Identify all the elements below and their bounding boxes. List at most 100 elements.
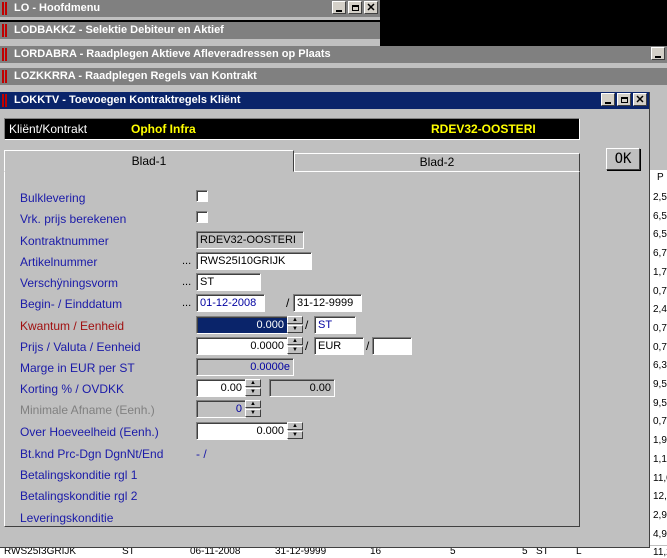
grid-cell: 9,5: [653, 397, 667, 409]
korting-spinner[interactable]: ▲ ▼: [245, 379, 261, 397]
grid-cell: 4,9: [653, 528, 667, 540]
tab-label: Blad-1: [131, 154, 167, 168]
spin-up-icon: ▲: [245, 400, 261, 408]
spin-down-icon: ▼: [245, 409, 261, 417]
titlebar-debiteur[interactable]: LODBAKKZ - Selektie Debiteur en Aktief: [0, 22, 380, 39]
tab-blad-2[interactable]: Blad-2: [294, 153, 580, 172]
min-afname-label: Minimale Afname (Eenh.): [20, 403, 155, 417]
leveringskonditie-label: Leveringskonditie: [20, 511, 114, 525]
bulklevering-checkbox[interactable]: [196, 190, 208, 202]
kwantum-input[interactable]: 0.000: [196, 316, 288, 334]
grid-cell: 1,1: [653, 453, 667, 465]
ok-button[interactable]: OK: [606, 148, 640, 170]
verschijningsvorm-input[interactable]: ST: [196, 273, 261, 291]
over-hoeveelheid-spinner[interactable]: ▲ ▼: [287, 422, 303, 440]
btknd-label: Bt.knd Prc-Dgn DgnNt/End: [20, 447, 164, 461]
tab-blad-1[interactable]: Blad-1: [4, 150, 294, 172]
prijs-input[interactable]: 0.0000: [196, 337, 288, 355]
maximize-icon[interactable]: [617, 93, 631, 106]
menu-grip-icon[interactable]: [2, 70, 8, 83]
lookup-ellipsis[interactable]: ...: [182, 276, 191, 288]
min-afname-field: 0: [196, 400, 246, 418]
valuta-separator: /: [305, 339, 309, 353]
grid-cell: 2,5: [653, 192, 667, 203]
grid-cell: 0,7: [653, 416, 667, 428]
grid-cell: 1,9: [653, 435, 667, 447]
unit-separator: /: [305, 318, 309, 332]
btknd-value: - /: [196, 447, 207, 461]
menu-grip-icon[interactable]: [2, 94, 8, 107]
grid-cell: 11,2: [653, 547, 667, 558]
grid-cell: 9,5: [653, 379, 667, 390]
window-title: LOKKTV - Toevoegen Kontraktregels Kliënt: [14, 94, 241, 106]
bulklevering-label: Bulklevering: [20, 191, 86, 205]
spin-down-icon[interactable]: ▼: [287, 325, 303, 333]
spin-down-icon[interactable]: ▼: [245, 388, 261, 396]
spin-up-icon[interactable]: ▲: [287, 316, 303, 324]
grid-cell: 0,7: [653, 322, 667, 334]
betalingskonditie-1-label: Betalingskonditie rgl 1: [20, 468, 138, 482]
lookup-ellipsis[interactable]: ...: [182, 255, 191, 267]
kwantum-spinner[interactable]: ▲ ▼: [287, 316, 303, 334]
tab-label: Blad-2: [419, 155, 455, 169]
grid-cell: 6,5: [653, 229, 667, 241]
titlebar-hoofdmenu[interactable]: LO - Hoofdmenu ✕: [0, 0, 380, 17]
min-afname-spinner: ▲ ▼: [245, 400, 261, 418]
grid-cell: 0,7: [653, 341, 667, 353]
prijs-spinner[interactable]: ▲ ▼: [287, 337, 303, 355]
over-hoeveelheid-label: Over Hoeveelheid (Eenh.): [20, 425, 159, 439]
lookup-ellipsis[interactable]: ...: [182, 297, 191, 309]
close-icon[interactable]: ✕: [633, 93, 647, 106]
spin-down-icon[interactable]: ▼: [287, 431, 303, 439]
artikelnummer-label: Artikelnummer: [20, 255, 98, 269]
titlebar-afleveradressen[interactable]: LORDABRA - Raadplegen Aktieve Afleveradr…: [0, 46, 667, 63]
vrk-prijs-checkbox[interactable]: [196, 211, 208, 223]
client-name: Ophof Infra: [131, 122, 196, 136]
marge-field: 0.0000e: [196, 358, 294, 376]
grid-cell: 11,0: [653, 472, 667, 484]
menu-grip-icon[interactable]: [2, 2, 8, 15]
grid-cell: 2,4: [653, 304, 667, 316]
korting-pct-input[interactable]: 0.00: [196, 379, 246, 397]
kontraktnummer-label: Kontraktnummer: [20, 234, 109, 248]
eenheid-separator: /: [366, 339, 370, 353]
background-grid: [650, 170, 667, 545]
window-afleveradressen: LORDABRA - Raadplegen Aktieve Afleveradr…: [0, 46, 667, 70]
minimize-icon[interactable]: [332, 1, 346, 14]
window-title: LOZKKRRA - Raadplegen Regels van Kontrak…: [14, 70, 257, 82]
grid-cell: 6,5: [653, 210, 667, 222]
titlebar-regels-kontrakt[interactable]: LOZKKRRA - Raadplegen Regels van Kontrak…: [0, 68, 667, 85]
valuta-input[interactable]: EUR: [314, 337, 364, 355]
einddatum-input[interactable]: 31-12-9999: [293, 294, 362, 312]
artikelnummer-input[interactable]: RWS25I10GRIJK: [196, 252, 312, 270]
kontraktnummer-field: RDEV32-OOSTERI: [196, 231, 304, 249]
dialog-toevoegen-kontraktregels: LOKKTV - Toevoegen Kontraktregels Kliënt…: [0, 92, 650, 548]
client-contract-bar: Kliënt/Kontrakt Ophof Infra RDEV32-OOSTE…: [4, 118, 580, 140]
grid-cell: 1,7: [653, 266, 667, 278]
over-hoeveelheid-input[interactable]: 0.000: [196, 422, 288, 440]
prijs-eenheid-input[interactable]: [372, 337, 412, 355]
verschijningsvorm-label: Verschÿningsvorm: [20, 276, 119, 290]
window-debiteur: LODBAKKZ - Selektie Debiteur en Aktief: [0, 22, 380, 46]
betalingskonditie-2-label: Betalingskonditie rgl 2: [20, 489, 138, 503]
window-title: LODBAKKZ - Selektie Debiteur en Aktief: [14, 24, 224, 36]
spin-up-icon[interactable]: ▲: [287, 337, 303, 345]
maximize-icon[interactable]: [348, 1, 362, 14]
grid-cell: 0,7: [653, 285, 667, 297]
contract-number: RDEV32-OOSTERI: [431, 122, 536, 136]
menu-grip-icon[interactable]: [2, 24, 8, 37]
titlebar-toevoegen-kontraktregels[interactable]: LOKKTV - Toevoegen Kontraktregels Kliënt…: [0, 92, 649, 109]
spin-up-icon[interactable]: ▲: [287, 422, 303, 430]
begindatum-input[interactable]: 01-12-2008: [196, 294, 265, 312]
minimize-icon[interactable]: [601, 93, 615, 106]
window-title: LORDABRA - Raadplegen Aktieve Afleveradr…: [14, 48, 331, 60]
grid-cell: 2,9: [653, 509, 667, 521]
spin-up-icon[interactable]: ▲: [245, 379, 261, 387]
kwantum-eenheid-input[interactable]: ST: [314, 316, 356, 334]
close-icon[interactable]: ✕: [364, 1, 378, 14]
menu-grip-icon[interactable]: [2, 48, 8, 61]
window-hoofdmenu: LO - Hoofdmenu ✕: [0, 0, 380, 20]
spin-down-icon[interactable]: ▼: [287, 346, 303, 354]
minimize-icon[interactable]: [651, 47, 665, 60]
prijs-label: Prijs / Valuta / Eenheid: [20, 340, 141, 354]
